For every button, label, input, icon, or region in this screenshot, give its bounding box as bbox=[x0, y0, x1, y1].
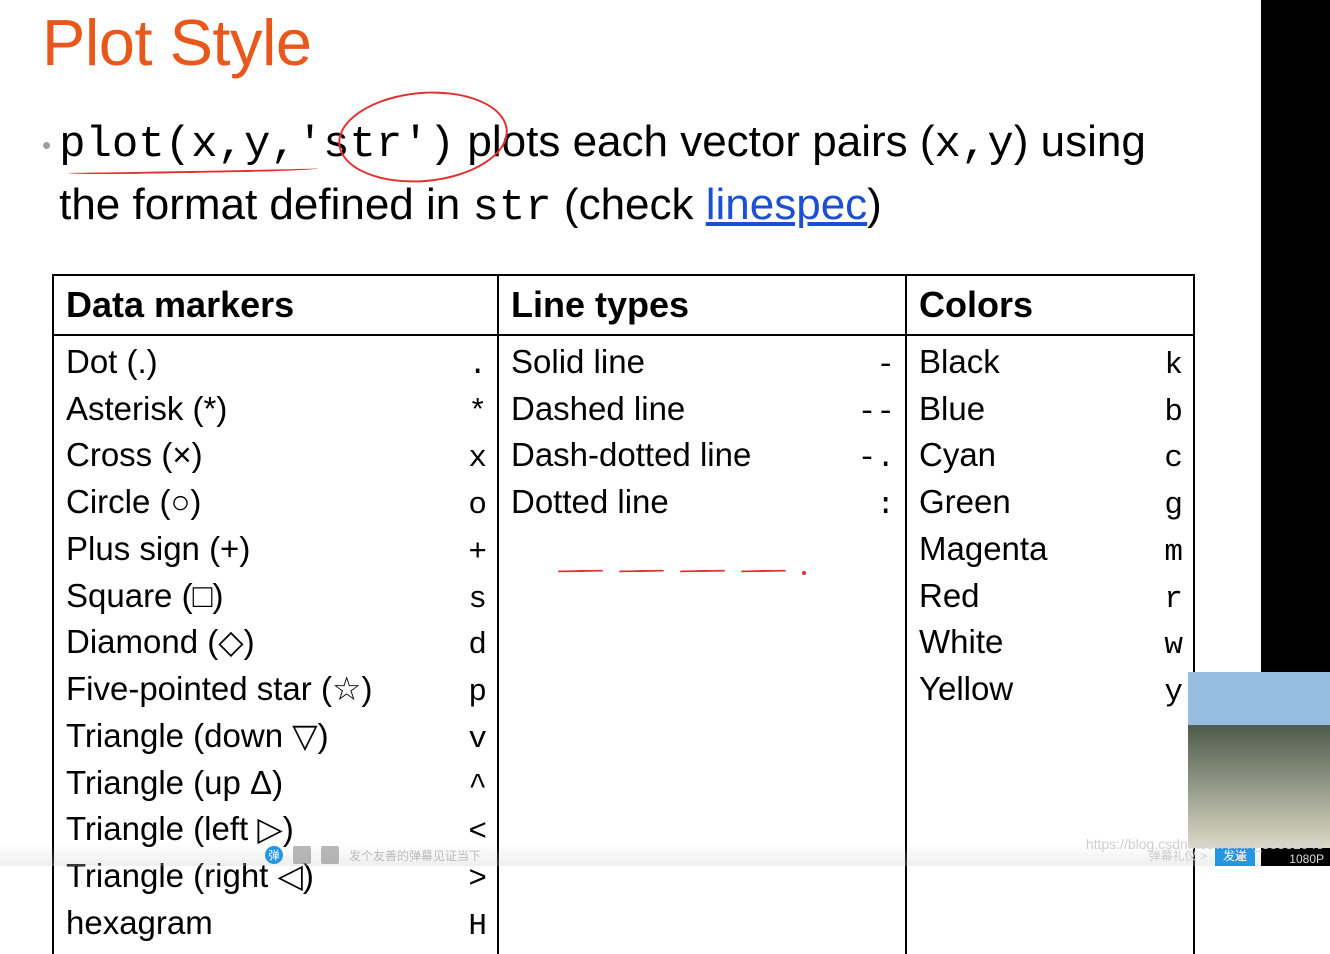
row-label: Dotted line bbox=[511, 481, 669, 522]
row-code: + bbox=[451, 534, 487, 573]
table-row: Dotted line: bbox=[511, 480, 895, 527]
row-code: . bbox=[451, 347, 487, 386]
table-row: Green g bbox=[919, 480, 1183, 527]
row-code: c bbox=[1147, 440, 1183, 479]
watermark-text: https://blog.csdn.net/weixin_38331049 bbox=[1086, 836, 1324, 852]
linespec-link[interactable]: linespec bbox=[706, 180, 867, 229]
table-row: Dot (.). bbox=[66, 340, 487, 387]
row-code: s bbox=[451, 581, 487, 620]
table-row: Cyan c bbox=[919, 433, 1183, 480]
row-code: g bbox=[1147, 487, 1183, 526]
row-code: - bbox=[859, 347, 895, 386]
table-row: Dashed line -- bbox=[511, 387, 895, 434]
danmu-toggle-button[interactable]: 弹 bbox=[265, 846, 283, 864]
table-row: Cross (×) x bbox=[66, 433, 487, 480]
table-row: Diamond (◇) d bbox=[66, 620, 487, 667]
row-label: Triangle (down ▽) bbox=[66, 715, 329, 756]
text-check-open: (check bbox=[552, 180, 706, 229]
row-label: Solid line bbox=[511, 341, 645, 382]
row-code: y bbox=[1147, 674, 1183, 713]
row-label: Five-pointed star (☆) bbox=[66, 668, 373, 709]
table-row: Blue b bbox=[919, 387, 1183, 434]
row-label: Triangle (up Δ) bbox=[66, 762, 283, 803]
row-label: Dashed line bbox=[511, 388, 685, 429]
table-row: Magenta m bbox=[919, 527, 1183, 574]
table-row: Yellow y bbox=[919, 667, 1183, 714]
bullet-marker: • bbox=[42, 112, 59, 239]
bullet-item: • plot(x,y,'str') plots each vector pair… bbox=[0, 90, 1261, 239]
text-mid: plots each vector pairs ( bbox=[455, 117, 934, 166]
markers-header: Data markers bbox=[54, 276, 497, 336]
player-controls-bar bbox=[0, 844, 1261, 866]
player-left-controls: 弹 发个友善的弹幕见证当下 bbox=[265, 844, 529, 866]
table-row: Square (□) s bbox=[66, 574, 487, 621]
danmu-settings-icon[interactable] bbox=[293, 846, 311, 864]
webcam-overlay bbox=[1188, 672, 1330, 848]
row-label: Cross (×) bbox=[66, 434, 203, 475]
colors-header: Colors bbox=[907, 276, 1193, 336]
volume-icon[interactable] bbox=[1236, 850, 1250, 864]
row-code: k bbox=[1147, 347, 1183, 386]
row-label: Dot (.) bbox=[66, 341, 158, 382]
row-code: : bbox=[859, 487, 895, 526]
text-check-close: ) bbox=[867, 180, 882, 229]
code-plot-suffix: ) bbox=[429, 120, 455, 170]
row-label: Magenta bbox=[919, 528, 1047, 569]
row-label: Blue bbox=[919, 388, 985, 429]
row-code: -. bbox=[858, 440, 895, 479]
row-label: Square (□) bbox=[66, 575, 224, 616]
table-row: hexagram H bbox=[66, 901, 487, 948]
code-str: str bbox=[472, 183, 551, 233]
slide-content: Plot Style • plot(x,y,'str') plots each … bbox=[0, 0, 1261, 866]
table-row: Solid line - bbox=[511, 340, 895, 387]
row-code: o bbox=[451, 487, 487, 526]
row-code: w bbox=[1147, 627, 1183, 666]
danmu-font-icon[interactable] bbox=[321, 846, 339, 864]
table-row: Circle (○) o bbox=[66, 480, 487, 527]
slide-title: Plot Style bbox=[0, 0, 1261, 90]
row-label: Dash-dotted line bbox=[511, 434, 751, 475]
row-code: r bbox=[1147, 581, 1183, 620]
table-row: White w bbox=[919, 620, 1183, 667]
table-row: Plus sign (+) + bbox=[66, 527, 487, 574]
colors-rows: Black k Blue b Cyan c Green g Magenta m Red r White w… bbox=[907, 336, 1193, 720]
row-label: Green bbox=[919, 481, 1011, 522]
row-label: hexagram bbox=[66, 902, 213, 943]
row-code: H bbox=[451, 908, 487, 947]
row-code: x bbox=[451, 440, 487, 479]
row-label: Yellow bbox=[919, 668, 1013, 709]
row-code: m bbox=[1147, 534, 1183, 573]
bullet-text: plot(x,y,'str') plots each vector pairs … bbox=[59, 112, 1159, 239]
row-label: Red bbox=[919, 575, 980, 616]
row-label: Plus sign (+) bbox=[66, 528, 250, 569]
code-plot-arg: 'str' bbox=[297, 120, 429, 170]
table-row: Asterisk (*) * bbox=[66, 387, 487, 434]
row-code: -- bbox=[858, 394, 895, 433]
row-label: White bbox=[919, 621, 1003, 662]
row-code: b bbox=[1147, 394, 1183, 433]
table-row: Triangle (up Δ) ^ bbox=[66, 761, 487, 808]
row-label: Asterisk (*) bbox=[66, 388, 227, 429]
quality-label[interactable]: 1080P bbox=[1289, 852, 1324, 866]
row-code: d bbox=[451, 627, 487, 666]
table-row: Triangle (down ▽) v bbox=[66, 714, 487, 761]
table-row: Five-pointed star (☆) p bbox=[66, 667, 487, 714]
row-code: * bbox=[451, 394, 487, 433]
row-code: > bbox=[451, 861, 487, 900]
table-row: Red r bbox=[919, 574, 1183, 621]
row-label: Black bbox=[919, 341, 1000, 382]
row-label: Cyan bbox=[919, 434, 996, 475]
row-code: p bbox=[451, 674, 487, 713]
linetypes-rows: Solid line-Dashed line--Dash-dotted line… bbox=[499, 336, 905, 533]
danmu-input[interactable]: 发个友善的弹幕见证当下 bbox=[349, 847, 529, 864]
linetypes-header: Line types bbox=[499, 276, 905, 336]
table-row: Dash-dotted line -. bbox=[511, 433, 895, 480]
row-label: Circle (○) bbox=[66, 481, 201, 522]
row-code: v bbox=[451, 721, 487, 760]
table-row: Black k bbox=[919, 340, 1183, 387]
row-label: Diamond (◇) bbox=[66, 621, 255, 662]
code-plot-prefix: plot(x,y, bbox=[59, 120, 297, 170]
code-xy: x,y bbox=[935, 120, 1014, 170]
row-code: ^ bbox=[451, 768, 487, 807]
